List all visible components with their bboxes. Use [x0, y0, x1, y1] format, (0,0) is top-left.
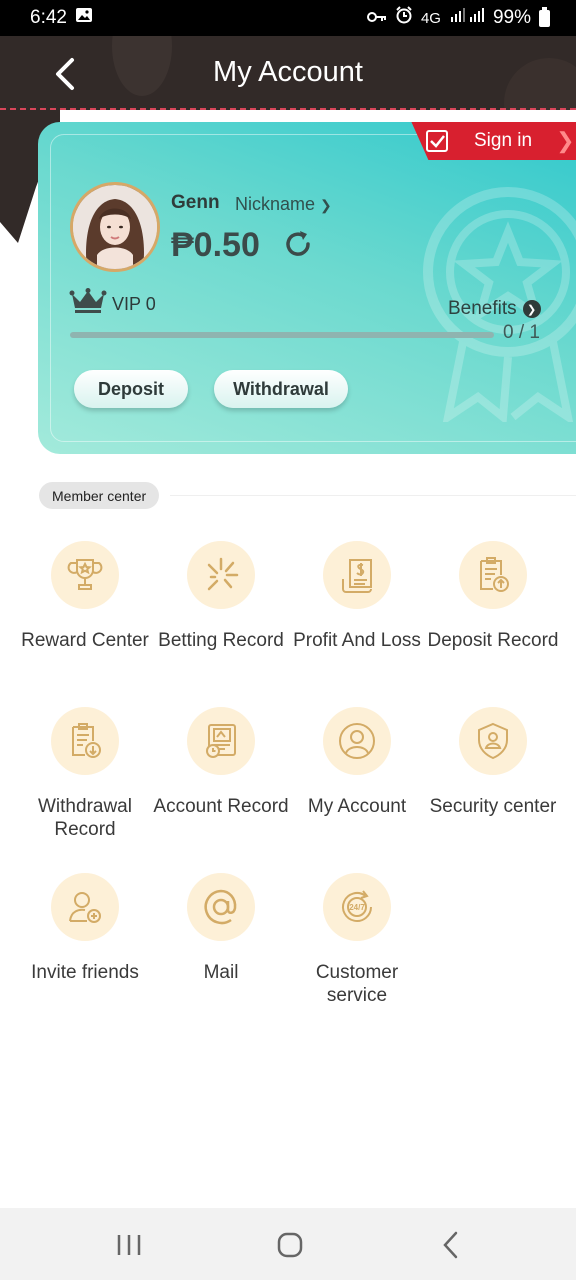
menu-item-profit-and-loss[interactable]: Profit And Loss [289, 541, 425, 652]
sign-in-label: Sign in [474, 130, 533, 151]
benefits-link[interactable]: Benefits ❯ [448, 298, 541, 320]
at-icon [204, 889, 237, 925]
network-type: 4G [420, 9, 441, 27]
app-header: My Account [0, 36, 576, 110]
checkbox-icon [426, 130, 448, 152]
system-nav-bar [0, 1208, 576, 1280]
chevron-right-icon: ❯ [556, 128, 575, 153]
status-time: 6:42 [30, 7, 67, 28]
signal-icon [449, 7, 485, 29]
battery-icon [539, 6, 550, 27]
account-card: Sign in ❯ Genn Nickname ❯ ₱0.50 VIP 0 Be… [38, 122, 576, 454]
user-icon [339, 723, 375, 759]
vip-progress-text: 0 / 1 [503, 322, 540, 343]
deposit-label: Deposit [97, 378, 164, 399]
battery-percent: 99% [492, 7, 531, 28]
icon-circle [323, 707, 391, 775]
menu-item-invite-friends[interactable]: Invite friends [17, 873, 153, 984]
sparkle-icon [207, 557, 239, 591]
menu-item-betting-record[interactable]: Betting Record [153, 541, 289, 652]
icon-circle: 24/7 [323, 873, 391, 941]
menu-item-label: Mail [203, 962, 239, 983]
menu-item-label: Customer service [315, 962, 399, 1006]
menu-item-deposit-record[interactable]: Deposit Record [425, 541, 561, 652]
account-record-icon [206, 724, 236, 758]
member-center-divider [170, 495, 576, 496]
withdrawal-button[interactable]: Withdrawal [214, 370, 348, 408]
icon-circle [187, 707, 255, 775]
shield-user-icon [478, 722, 508, 760]
menu-item-label: Invite friends [31, 962, 139, 983]
menu-item-label: Account Record [153, 796, 289, 817]
vip-progress-bar [70, 332, 494, 338]
menu-item-my-account[interactable]: My Account [289, 707, 425, 818]
menu-item-security-center[interactable]: Security center [425, 707, 561, 818]
menu-item-label: Deposit Record [427, 630, 559, 651]
deposit-button[interactable]: Deposit [74, 370, 188, 408]
menu-item-label: Reward Center [21, 630, 149, 651]
benefits-label: Benefits [448, 298, 517, 319]
menu-item-label: Withdrawal Record [38, 796, 132, 840]
nickname-label: Nickname [235, 194, 316, 214]
home-icon[interactable] [270, 1230, 310, 1260]
page-title: My Account [213, 56, 363, 88]
header-divider [0, 108, 576, 110]
icon-circle [51, 541, 119, 609]
avatar[interactable] [70, 182, 160, 272]
member-center-tag: Member center [39, 482, 160, 509]
crown-icon [69, 288, 107, 313]
menu-item-reward-center[interactable]: Reward Center [17, 541, 153, 652]
withdrawal-label: Withdrawal [233, 378, 329, 399]
recent-apps-icon[interactable] [109, 1230, 149, 1260]
username: Genn [171, 192, 220, 213]
icon-circle [459, 541, 527, 609]
refresh-icon[interactable] [282, 228, 314, 260]
nickname-link[interactable]: Nickname ❯ [235, 194, 332, 215]
status-bar: 6:42 4G 99% [0, 0, 576, 36]
menu-item-withdrawal-record[interactable]: Withdrawal Record [17, 707, 153, 841]
icon-circle [51, 873, 119, 941]
service-24-7-icon: 24/7 [342, 890, 372, 922]
key-icon [366, 7, 387, 29]
alarm-icon [395, 6, 413, 30]
invoice-icon [342, 559, 372, 593]
icon-circle [187, 873, 255, 941]
icon-circle [323, 541, 391, 609]
add-user-icon [69, 892, 101, 923]
icon-circle [187, 541, 255, 609]
avatar-portrait [73, 185, 157, 269]
menu-item-label: Betting Record [158, 630, 284, 651]
trophy-icon [67, 559, 103, 590]
menu-item-label: Security center [429, 796, 557, 817]
chevron-right-icon: ❯ [320, 197, 332, 213]
menu-item-label: Profit And Loss [293, 630, 421, 651]
deposit-clipboard-icon [480, 557, 509, 592]
svg-text:24/7: 24/7 [349, 903, 365, 912]
vip-level: VIP 0 [112, 294, 156, 314]
menu-item-account-record[interactable]: Account Record [153, 707, 289, 818]
icon-circle [51, 707, 119, 775]
balance-amount: ₱0.50 [171, 226, 260, 264]
menu-item-label: My Account [307, 796, 407, 817]
image-icon [75, 7, 93, 29]
back-nav-icon[interactable] [432, 1230, 472, 1260]
icon-circle [459, 707, 527, 775]
menu-item-mail[interactable]: Mail [153, 873, 289, 984]
menu-item-customer-service[interactable]: 24/7 Customer service [289, 873, 425, 1007]
chevron-right-icon: ❯ [522, 300, 541, 318]
withdrawal-clipboard-icon [72, 723, 101, 758]
